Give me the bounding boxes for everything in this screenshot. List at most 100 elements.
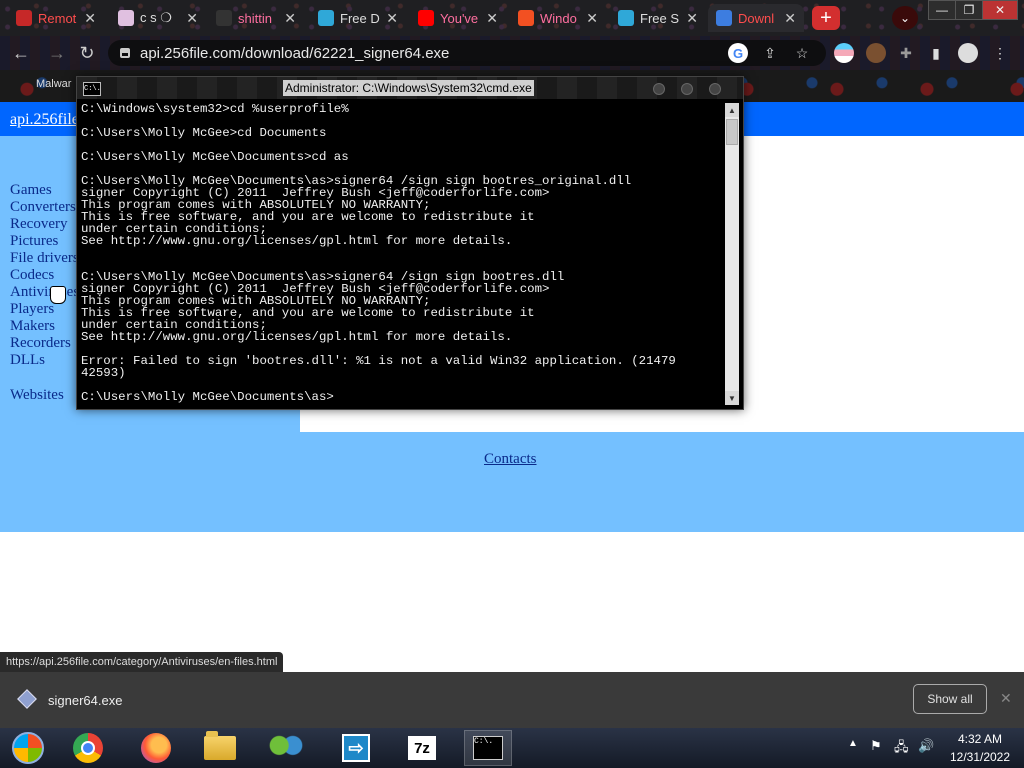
hand-cursor-icon bbox=[50, 286, 66, 304]
sidebar-link[interactable]: File drivers bbox=[10, 250, 79, 267]
status-bar-url: https://api.256file.com/category/Antivir… bbox=[0, 652, 284, 672]
google-icon[interactable]: G bbox=[728, 43, 748, 63]
cmd-window[interactable]: C:\. Administrator: C:\Windows\System32\… bbox=[76, 76, 744, 410]
sidebar-link[interactable]: Players bbox=[10, 301, 54, 318]
extension-flag-icon[interactable] bbox=[834, 43, 854, 63]
address-bar[interactable]: api.256file.com/download/62221_signer64.… bbox=[108, 40, 826, 66]
tab-label: Free S bbox=[640, 10, 680, 26]
tab-3[interactable]: Free D ✕ bbox=[310, 4, 406, 32]
console-line: See http://www.gnu.org/licenses/gpl.html… bbox=[81, 234, 513, 248]
tab-close-icon[interactable]: ✕ bbox=[284, 10, 304, 27]
taskbar-arrow-app[interactable]: ⇨ bbox=[332, 730, 380, 766]
tab-6[interactable]: Free S ✕ bbox=[610, 4, 706, 32]
tab-favicon-icon bbox=[418, 10, 434, 26]
scroll-down-icon[interactable]: ▼ bbox=[725, 391, 739, 405]
clock-time[interactable]: 4:32 AM bbox=[950, 732, 1010, 746]
tab-label: Downl bbox=[738, 10, 775, 26]
address-url: api.256file.com/download/62221_signer64.… bbox=[140, 44, 450, 62]
sidebar-link[interactable]: DLLs bbox=[10, 352, 45, 369]
tab-label: Remot bbox=[38, 10, 77, 26]
tab-close-icon[interactable]: ✕ bbox=[386, 10, 406, 27]
extensions-puzzle-icon[interactable]: ✚ bbox=[896, 43, 916, 63]
scroll-thumb[interactable] bbox=[726, 119, 738, 145]
clock-date[interactable]: 12/31/2022 bbox=[948, 750, 1012, 764]
cmd-icon: C:\. bbox=[473, 736, 503, 760]
websites-link[interactable]: Websites bbox=[10, 387, 64, 404]
tab-favicon-icon bbox=[618, 10, 634, 26]
sidebar-link[interactable]: Makers bbox=[10, 318, 55, 335]
tab-2[interactable]: shittin ✕ bbox=[208, 4, 304, 32]
sidebar-link[interactable]: Pictures bbox=[10, 233, 58, 250]
tab-5[interactable]: Windo ✕ bbox=[510, 4, 606, 32]
lock-icon[interactable] bbox=[120, 48, 130, 58]
tab-close-icon[interactable]: ✕ bbox=[84, 10, 104, 27]
cmd-maximize-button[interactable] bbox=[681, 83, 693, 95]
cmd-title-bar[interactable]: C:\. Administrator: C:\Windows\System32\… bbox=[77, 77, 743, 99]
cmd-minimize-button[interactable] bbox=[653, 83, 665, 95]
taskbar-firefox[interactable] bbox=[132, 730, 180, 766]
bookmark-star-icon[interactable]: ☆ bbox=[792, 43, 812, 63]
sidebar-link[interactable]: Recovery bbox=[10, 216, 67, 233]
contacts-link[interactable]: Contacts bbox=[484, 451, 537, 468]
profile-icon[interactable] bbox=[958, 43, 978, 63]
forward-icon[interactable]: → bbox=[46, 42, 68, 64]
tab-7[interactable]: Downl ✕ bbox=[708, 4, 804, 32]
close-download-bar-icon[interactable]: ✕ bbox=[1000, 690, 1012, 707]
cmd-scrollbar[interactable]: ▲ ▼ bbox=[725, 103, 739, 405]
back-icon[interactable]: ← bbox=[10, 42, 32, 64]
scroll-up-icon[interactable]: ▲ bbox=[725, 103, 739, 117]
sidebar-link[interactable]: Games bbox=[10, 182, 52, 199]
site-home-link[interactable]: api.256file bbox=[10, 111, 79, 129]
cmd-close-button[interactable] bbox=[709, 83, 721, 95]
close-window-button[interactable]: ✕ bbox=[982, 0, 1018, 20]
people-icon bbox=[269, 735, 303, 761]
minimize-button[interactable]: — bbox=[928, 0, 956, 20]
share-icon[interactable]: ⇪ bbox=[760, 43, 780, 63]
start-button[interactable] bbox=[4, 730, 52, 766]
chrome-icon bbox=[73, 733, 103, 763]
taskbar-7zip[interactable]: 7z bbox=[398, 730, 446, 766]
sidebar-link[interactable]: Recorders bbox=[10, 335, 71, 352]
bookmark-item[interactable]: Malwar bbox=[36, 78, 71, 90]
tab-close-icon[interactable]: ✕ bbox=[186, 10, 206, 27]
action-center-flag-icon[interactable]: ⚑ bbox=[870, 738, 882, 754]
show-all-button[interactable]: Show all bbox=[913, 684, 987, 714]
console-line: 42593) bbox=[81, 366, 126, 380]
menu-kebab-icon[interactable]: ⋮ bbox=[990, 43, 1010, 63]
tab-close-icon[interactable]: ✕ bbox=[686, 10, 706, 27]
reload-icon[interactable]: ↻ bbox=[76, 42, 98, 64]
tab-close-icon[interactable]: ✕ bbox=[486, 10, 506, 27]
side-panel-icon[interactable]: ▮ bbox=[926, 43, 946, 63]
firefox-icon bbox=[141, 733, 171, 763]
cmd-console-output[interactable]: C:\Windows\system32>cd %userprofile% C:\U… bbox=[81, 103, 721, 405]
console-line: C:\Users\Molly McGee\Documents>cd as bbox=[81, 150, 349, 164]
tab-close-icon[interactable]: ✕ bbox=[586, 10, 606, 27]
volume-icon[interactable]: 🔊 bbox=[918, 738, 934, 754]
sidebar-link[interactable]: Converters bbox=[10, 199, 76, 216]
taskbar-explorer[interactable] bbox=[196, 730, 244, 766]
tab-favicon-icon bbox=[16, 10, 32, 26]
sidebar-link[interactable]: Codecs bbox=[10, 267, 54, 284]
cmd-app-icon[interactable]: C:\. bbox=[83, 82, 101, 96]
tab-favicon-icon bbox=[118, 10, 134, 26]
tab-4[interactable]: You've ✕ bbox=[410, 4, 506, 32]
new-tab-button[interactable]: + bbox=[812, 6, 840, 30]
cmd-title-text: Administrator: C:\Windows\System32\cmd.e… bbox=[283, 80, 534, 96]
tab-1[interactable]: c s ❍ ✕ bbox=[110, 4, 206, 32]
download-file-name[interactable]: signer64.exe bbox=[48, 693, 122, 708]
taskbar-chrome[interactable] bbox=[64, 730, 112, 766]
show-hidden-icons-icon[interactable]: ▲ bbox=[848, 738, 858, 749]
extension-avatar-icon[interactable] bbox=[866, 43, 886, 63]
tab-search-button[interactable]: ⌄ bbox=[892, 6, 918, 30]
tab-0[interactable]: Remot ✕ bbox=[8, 4, 104, 32]
console-line: C:\Users\Molly McGee\Documents\as> bbox=[81, 390, 334, 404]
sidebar-link[interactable]: Antiviruses bbox=[10, 284, 79, 301]
tab-label: shittin bbox=[238, 10, 272, 26]
network-icon[interactable]: 🖧 bbox=[894, 738, 909, 760]
maximize-button[interactable]: ❐ bbox=[955, 0, 983, 20]
taskbar-people-app[interactable] bbox=[262, 730, 310, 766]
tab-close-icon[interactable]: ✕ bbox=[784, 10, 804, 27]
taskbar-cmd[interactable]: C:\. bbox=[464, 730, 512, 766]
windows-logo-icon bbox=[12, 732, 44, 764]
